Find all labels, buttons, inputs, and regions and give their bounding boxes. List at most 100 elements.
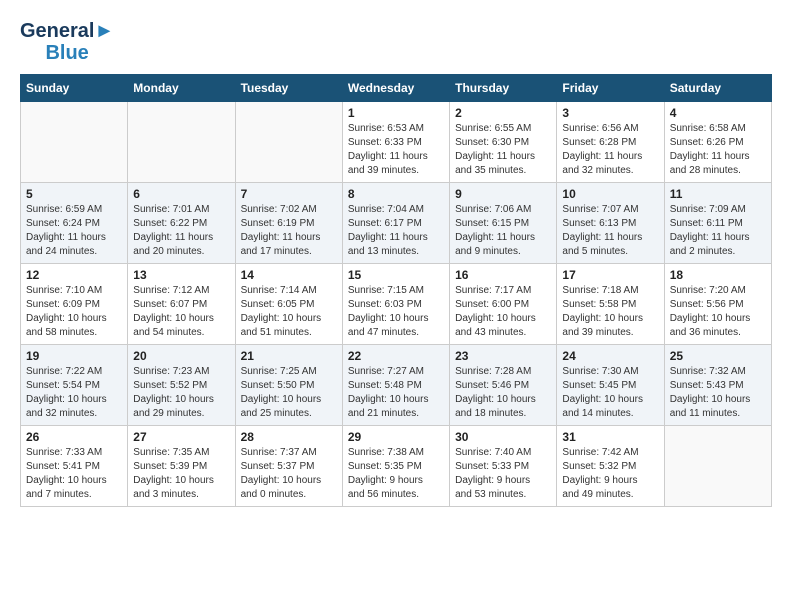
logo: General► Blue: [20, 20, 114, 64]
day-info: Sunrise: 7:30 AM Sunset: 5:45 PM Dayligh…: [562, 365, 658, 421]
day-number: 17: [562, 268, 658, 282]
calendar-cell: [664, 426, 771, 507]
calendar-cell: 23 Sunrise: 7:28 AM Sunset: 5:46 PM Dayli…: [450, 345, 557, 426]
day-info: Sunrise: 7:14 AM Sunset: 6:05 PM Dayligh…: [241, 284, 337, 340]
day-number: 6: [133, 187, 229, 201]
day-number: 10: [562, 187, 658, 201]
day-number: 16: [455, 268, 551, 282]
day-info: Sunrise: 7:15 AM Sunset: 6:03 PM Dayligh…: [348, 284, 444, 340]
day-info: Sunrise: 7:23 AM Sunset: 5:52 PM Dayligh…: [133, 365, 229, 421]
calendar-cell: 25 Sunrise: 7:32 AM Sunset: 5:43 PM Dayli…: [664, 345, 771, 426]
day-number: 30: [455, 430, 551, 444]
day-number: 24: [562, 349, 658, 363]
day-info: Sunrise: 7:42 AM Sunset: 5:32 PM Dayligh…: [562, 446, 658, 502]
day-number: 8: [348, 187, 444, 201]
day-number: 5: [26, 187, 122, 201]
day-info: Sunrise: 7:33 AM Sunset: 5:41 PM Dayligh…: [26, 446, 122, 502]
day-info: Sunrise: 7:07 AM Sunset: 6:13 PM Dayligh…: [562, 203, 658, 259]
day-number: 3: [562, 106, 658, 120]
day-number: 27: [133, 430, 229, 444]
weekday-header: Sunday: [21, 75, 128, 102]
day-number: 31: [562, 430, 658, 444]
day-number: 12: [26, 268, 122, 282]
logo-text: General► Blue: [20, 20, 114, 64]
day-number: 20: [133, 349, 229, 363]
day-info: Sunrise: 7:20 AM Sunset: 5:56 PM Dayligh…: [670, 284, 766, 340]
calendar-cell: 7 Sunrise: 7:02 AM Sunset: 6:19 PM Daylig…: [235, 183, 342, 264]
calendar-cell: 18Sunrise: 7:20 AM Sunset: 5:56 PM Dayli…: [664, 264, 771, 345]
day-info: Sunrise: 6:53 AM Sunset: 6:33 PM Dayligh…: [348, 122, 444, 178]
calendar-cell: 10 Sunrise: 7:07 AM Sunset: 6:13 PM Dayli…: [557, 183, 664, 264]
day-info: Sunrise: 7:10 AM Sunset: 6:09 PM Dayligh…: [26, 284, 122, 340]
calendar-cell: 14 Sunrise: 7:14 AM Sunset: 6:05 PM Dayli…: [235, 264, 342, 345]
day-number: 7: [241, 187, 337, 201]
calendar-cell: 15 Sunrise: 7:15 AM Sunset: 6:03 PM Dayli…: [342, 264, 449, 345]
calendar-cell: 5 Sunrise: 6:59 AM Sunset: 6:24 PM Daylig…: [21, 183, 128, 264]
calendar-cell: 28 Sunrise: 7:37 AM Sunset: 5:37 PM Dayli…: [235, 426, 342, 507]
day-number: 14: [241, 268, 337, 282]
calendar-cell: 1 Sunrise: 6:53 AM Sunset: 6:33 PM Daylig…: [342, 102, 449, 183]
calendar-week-row: 19Sunrise: 7:22 AM Sunset: 5:54 PM Dayli…: [21, 345, 772, 426]
day-info: Sunrise: 7:35 AM Sunset: 5:39 PM Dayligh…: [133, 446, 229, 502]
calendar-cell: 17 Sunrise: 7:18 AM Sunset: 5:58 PM Dayli…: [557, 264, 664, 345]
day-number: 28: [241, 430, 337, 444]
day-info: Sunrise: 7:40 AM Sunset: 5:33 PM Dayligh…: [455, 446, 551, 502]
day-info: Sunrise: 7:22 AM Sunset: 5:54 PM Dayligh…: [26, 365, 122, 421]
day-info: Sunrise: 6:56 AM Sunset: 6:28 PM Dayligh…: [562, 122, 658, 178]
day-number: 9: [455, 187, 551, 201]
weekday-header: Wednesday: [342, 75, 449, 102]
day-info: Sunrise: 7:01 AM Sunset: 6:22 PM Dayligh…: [133, 203, 229, 259]
calendar-cell: [21, 102, 128, 183]
day-info: Sunrise: 7:27 AM Sunset: 5:48 PM Dayligh…: [348, 365, 444, 421]
day-info: Sunrise: 7:25 AM Sunset: 5:50 PM Dayligh…: [241, 365, 337, 421]
calendar-cell: 29Sunrise: 7:38 AM Sunset: 5:35 PM Dayli…: [342, 426, 449, 507]
day-number: 1: [348, 106, 444, 120]
day-number: 21: [241, 349, 337, 363]
day-info: Sunrise: 7:02 AM Sunset: 6:19 PM Dayligh…: [241, 203, 337, 259]
day-info: Sunrise: 6:55 AM Sunset: 6:30 PM Dayligh…: [455, 122, 551, 178]
calendar-cell: 31 Sunrise: 7:42 AM Sunset: 5:32 PM Dayli…: [557, 426, 664, 507]
calendar-cell: 16 Sunrise: 7:17 AM Sunset: 6:00 PM Dayli…: [450, 264, 557, 345]
day-number: 13: [133, 268, 229, 282]
day-number: 11: [670, 187, 766, 201]
calendar-cell: [128, 102, 235, 183]
day-number: 25: [670, 349, 766, 363]
day-info: Sunrise: 7:28 AM Sunset: 5:46 PM Dayligh…: [455, 365, 551, 421]
calendar-table: SundayMondayTuesdayWednesdayThursdayFrid…: [20, 74, 772, 507]
day-info: Sunrise: 7:09 AM Sunset: 6:11 PM Dayligh…: [670, 203, 766, 259]
calendar-cell: 2 Sunrise: 6:55 AM Sunset: 6:30 PM Daylig…: [450, 102, 557, 183]
calendar-cell: 4 Sunrise: 6:58 AM Sunset: 6:26 PM Daylig…: [664, 102, 771, 183]
day-info: Sunrise: 7:06 AM Sunset: 6:15 PM Dayligh…: [455, 203, 551, 259]
day-info: Sunrise: 7:18 AM Sunset: 5:58 PM Dayligh…: [562, 284, 658, 340]
day-number: 15: [348, 268, 444, 282]
day-number: 2: [455, 106, 551, 120]
calendar-week-row: 26 Sunrise: 7:33 AM Sunset: 5:41 PM Dayli…: [21, 426, 772, 507]
day-info: Sunrise: 7:37 AM Sunset: 5:37 PM Dayligh…: [241, 446, 337, 502]
weekday-header: Tuesday: [235, 75, 342, 102]
calendar-cell: 19Sunrise: 7:22 AM Sunset: 5:54 PM Dayli…: [21, 345, 128, 426]
calendar-cell: 9 Sunrise: 7:06 AM Sunset: 6:15 PM Daylig…: [450, 183, 557, 264]
day-number: 22: [348, 349, 444, 363]
day-number: 4: [670, 106, 766, 120]
calendar-cell: 3 Sunrise: 6:56 AM Sunset: 6:28 PM Daylig…: [557, 102, 664, 183]
calendar-week-row: 12 Sunrise: 7:10 AM Sunset: 6:09 PM Dayli…: [21, 264, 772, 345]
weekday-header: Friday: [557, 75, 664, 102]
weekday-header: Saturday: [664, 75, 771, 102]
calendar-cell: 6 Sunrise: 7:01 AM Sunset: 6:22 PM Daylig…: [128, 183, 235, 264]
day-info: Sunrise: 6:59 AM Sunset: 6:24 PM Dayligh…: [26, 203, 122, 259]
day-info: Sunrise: 7:17 AM Sunset: 6:00 PM Dayligh…: [455, 284, 551, 340]
day-number: 23: [455, 349, 551, 363]
day-info: Sunrise: 7:04 AM Sunset: 6:17 PM Dayligh…: [348, 203, 444, 259]
calendar-cell: 26 Sunrise: 7:33 AM Sunset: 5:41 PM Dayli…: [21, 426, 128, 507]
calendar-cell: 20 Sunrise: 7:23 AM Sunset: 5:52 PM Dayli…: [128, 345, 235, 426]
day-info: Sunrise: 7:38 AM Sunset: 5:35 PM Dayligh…: [348, 446, 444, 502]
weekday-header: Thursday: [450, 75, 557, 102]
calendar-cell: 27 Sunrise: 7:35 AM Sunset: 5:39 PM Dayli…: [128, 426, 235, 507]
calendar-cell: 24 Sunrise: 7:30 AM Sunset: 5:45 PM Dayli…: [557, 345, 664, 426]
calendar-week-row: 1 Sunrise: 6:53 AM Sunset: 6:33 PM Daylig…: [21, 102, 772, 183]
calendar-week-row: 5 Sunrise: 6:59 AM Sunset: 6:24 PM Daylig…: [21, 183, 772, 264]
calendar-cell: 30 Sunrise: 7:40 AM Sunset: 5:33 PM Dayli…: [450, 426, 557, 507]
day-info: Sunrise: 7:32 AM Sunset: 5:43 PM Dayligh…: [670, 365, 766, 421]
day-number: 26: [26, 430, 122, 444]
day-info: Sunrise: 6:58 AM Sunset: 6:26 PM Dayligh…: [670, 122, 766, 178]
